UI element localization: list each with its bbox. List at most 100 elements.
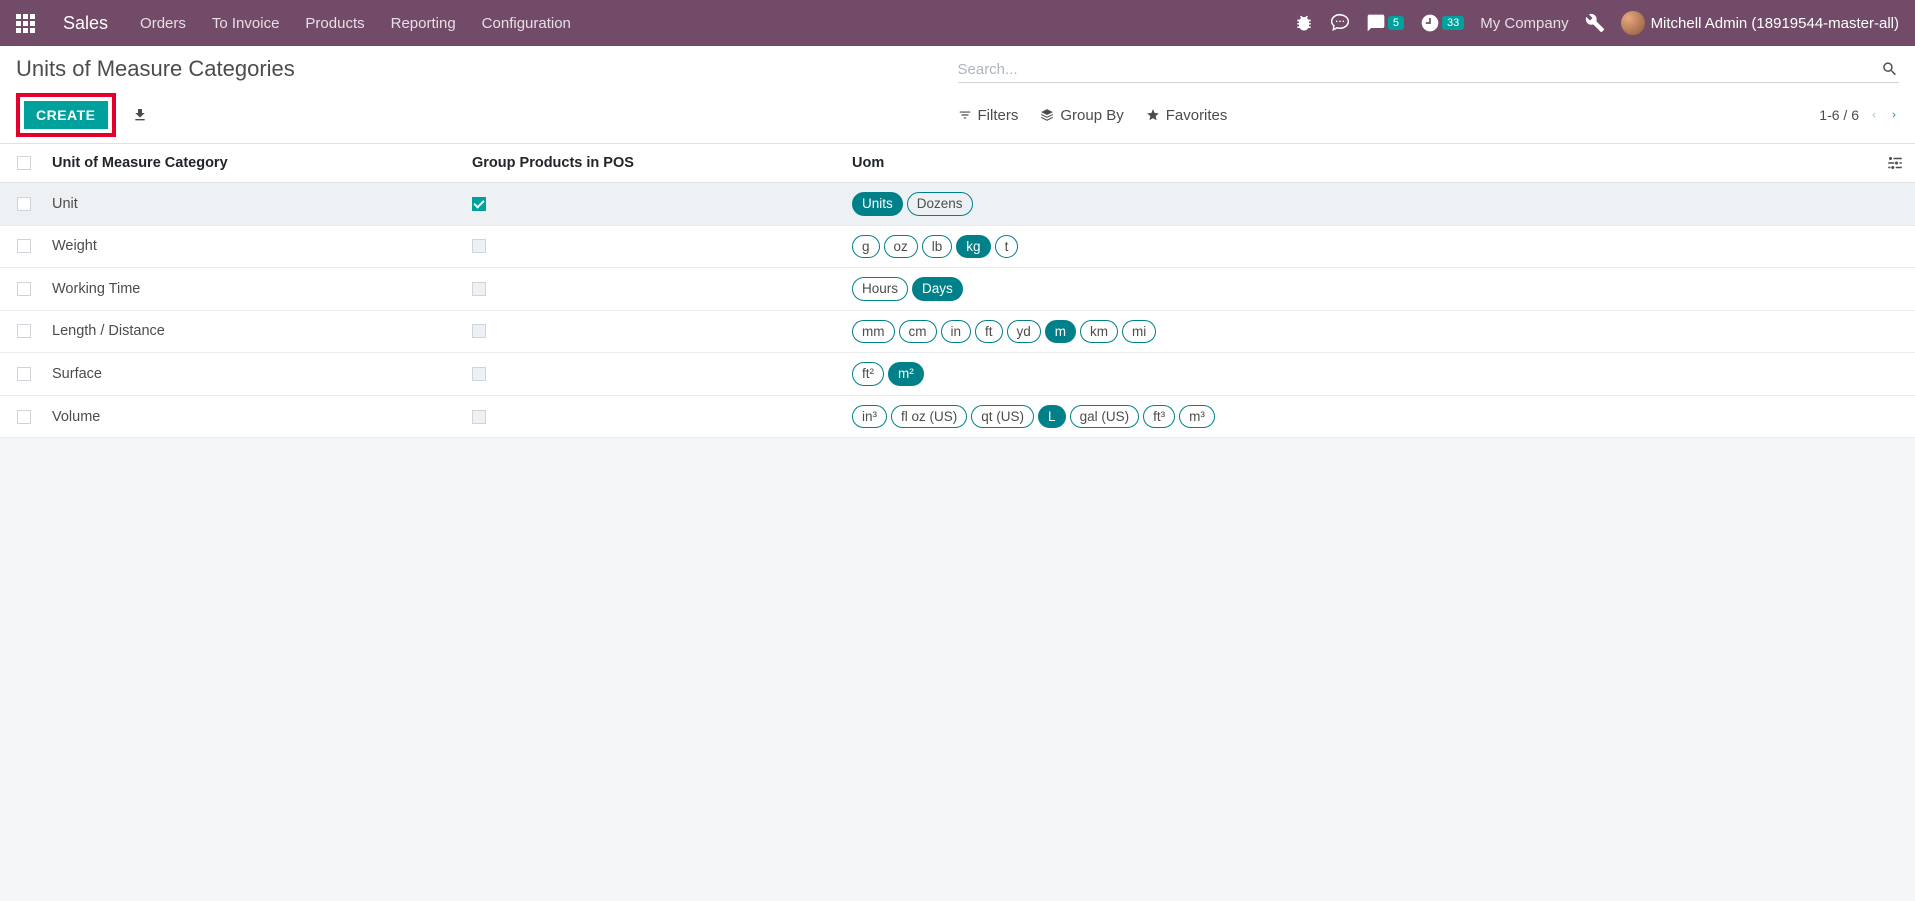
messages-badge: 5	[1388, 16, 1404, 30]
uom-tag[interactable]: kg	[956, 235, 990, 259]
top-navbar: Sales Orders To Invoice Products Reporting C…	[0, 0, 1915, 46]
row-checkbox[interactable]	[17, 197, 31, 211]
pos-checkbox[interactable]	[472, 410, 486, 424]
pos-checkbox[interactable]	[472, 282, 486, 296]
user-menu[interactable]: Mitchell Admin (18919544-master-all)	[1621, 11, 1899, 35]
page-title: Units of Measure Categories	[16, 56, 295, 82]
uom-tag[interactable]: oz	[884, 235, 918, 259]
table-row[interactable]: Working Time HoursDays	[0, 268, 1915, 311]
bug-icon[interactable]	[1294, 13, 1314, 33]
row-checkbox[interactable]	[17, 410, 31, 424]
nav-link[interactable]: Reporting	[391, 15, 456, 32]
uom-tag[interactable]: cm	[899, 320, 937, 344]
pager-prev-icon[interactable]	[1869, 108, 1879, 122]
uom-tag[interactable]: Days	[912, 277, 963, 301]
uom-tag[interactable]: Units	[852, 192, 903, 216]
groupby-button[interactable]: Group By	[1040, 107, 1123, 124]
pos-checkbox[interactable]	[472, 239, 486, 253]
uom-tag[interactable]: ft	[975, 320, 1003, 344]
uom-tag[interactable]: L	[1038, 405, 1066, 429]
app-name[interactable]: Sales	[63, 13, 108, 34]
uom-tag[interactable]: in³	[852, 405, 887, 429]
row-category: Unit	[48, 196, 468, 212]
col-category[interactable]: Unit of Measure Category	[48, 155, 468, 171]
table-row[interactable]: Length / Distance mmcminftydmkmmi	[0, 311, 1915, 354]
uom-tag[interactable]: km	[1080, 320, 1118, 344]
clock-icon	[1420, 13, 1440, 33]
list-header: Unit of Measure Category Group Products …	[0, 144, 1915, 183]
pager-next-icon[interactable]	[1889, 108, 1899, 122]
funnel-icon	[958, 108, 972, 122]
col-pos[interactable]: Group Products in POS	[468, 155, 848, 171]
row-checkbox[interactable]	[17, 367, 31, 381]
filters-label: Filters	[978, 107, 1019, 124]
uom-tag[interactable]: ft²	[852, 362, 884, 386]
uom-tags: UnitsDozens	[852, 192, 1871, 216]
uom-tag[interactable]: Hours	[852, 277, 908, 301]
search-icon[interactable]	[1881, 60, 1899, 78]
row-category: Length / Distance	[48, 323, 468, 339]
messages-button[interactable]: 5	[1366, 13, 1404, 33]
nav-link[interactable]: Products	[305, 15, 364, 32]
table-row[interactable]: Weight gozlbkgt	[0, 226, 1915, 269]
table-row[interactable]: Volume in³fl oz (US)qt (US)Lgal (US)ft³m³	[0, 396, 1915, 439]
nav-link[interactable]: Orders	[140, 15, 186, 32]
row-category: Weight	[48, 238, 468, 254]
uom-tag[interactable]: g	[852, 235, 880, 259]
row-category: Working Time	[48, 281, 468, 297]
apps-icon[interactable]	[16, 14, 35, 33]
col-uom[interactable]: Uom	[848, 155, 1875, 171]
uom-tags: ft²m²	[852, 362, 1871, 386]
pager: 1-6 / 6	[1819, 107, 1899, 123]
uom-tag[interactable]: yd	[1007, 320, 1041, 344]
uom-tag[interactable]: m²	[888, 362, 924, 386]
tools-icon[interactable]	[1585, 13, 1605, 33]
activities-badge: 33	[1442, 16, 1464, 30]
uom-tags: gozlbkgt	[852, 235, 1871, 259]
uom-tags: in³fl oz (US)qt (US)Lgal (US)ft³m³	[852, 405, 1871, 429]
uom-tag[interactable]: Dozens	[907, 192, 973, 216]
download-icon[interactable]	[132, 107, 148, 123]
nav-link[interactable]: To Invoice	[212, 15, 280, 32]
row-checkbox[interactable]	[17, 282, 31, 296]
pos-checkbox[interactable]	[472, 324, 486, 338]
nav-link[interactable]: Configuration	[482, 15, 571, 32]
uom-tag[interactable]: ft³	[1143, 405, 1175, 429]
phone-icon[interactable]	[1330, 13, 1350, 33]
user-name: Mitchell Admin (18919544-master-all)	[1651, 15, 1899, 32]
create-highlight: Create	[16, 93, 116, 137]
favorites-button[interactable]: Favorites	[1146, 107, 1228, 124]
uom-tag[interactable]: gal (US)	[1070, 405, 1140, 429]
pager-text: 1-6 / 6	[1819, 107, 1859, 123]
uom-tag[interactable]: m³	[1179, 405, 1215, 429]
uom-tag[interactable]: m	[1045, 320, 1076, 344]
row-category: Volume	[48, 409, 468, 425]
company-selector[interactable]: My Company	[1480, 15, 1568, 32]
uom-tags: HoursDays	[852, 277, 1871, 301]
uom-tag[interactable]: mi	[1122, 320, 1156, 344]
uom-tag[interactable]: mm	[852, 320, 895, 344]
avatar	[1621, 11, 1645, 35]
uom-tag[interactable]: t	[995, 235, 1019, 259]
filters-button[interactable]: Filters	[958, 107, 1019, 124]
row-checkbox[interactable]	[17, 239, 31, 253]
pos-checkbox[interactable]	[472, 367, 486, 381]
search-input[interactable]	[958, 61, 1874, 78]
layers-icon	[1040, 108, 1054, 122]
table-row[interactable]: Surfaceft²m²	[0, 353, 1915, 396]
uom-tag[interactable]: lb	[922, 235, 953, 259]
list-view: Unit of Measure Category Group Products …	[0, 144, 1915, 438]
uom-tag[interactable]: qt (US)	[971, 405, 1034, 429]
table-row[interactable]: Unit UnitsDozens	[0, 183, 1915, 226]
row-checkbox[interactable]	[17, 324, 31, 338]
uom-tag[interactable]: fl oz (US)	[891, 405, 967, 429]
create-button[interactable]: Create	[24, 101, 108, 129]
uom-tag[interactable]: in	[941, 320, 972, 344]
pos-checkbox[interactable]	[472, 197, 486, 211]
control-panel: Units of Measure Categories Create Filte…	[0, 46, 1915, 144]
uom-tags: mmcminftydmkmmi	[852, 320, 1871, 344]
activities-button[interactable]: 33	[1420, 13, 1464, 33]
columns-settings-icon[interactable]	[1886, 154, 1904, 172]
select-all-checkbox[interactable]	[17, 156, 31, 170]
favorites-label: Favorites	[1166, 107, 1228, 124]
